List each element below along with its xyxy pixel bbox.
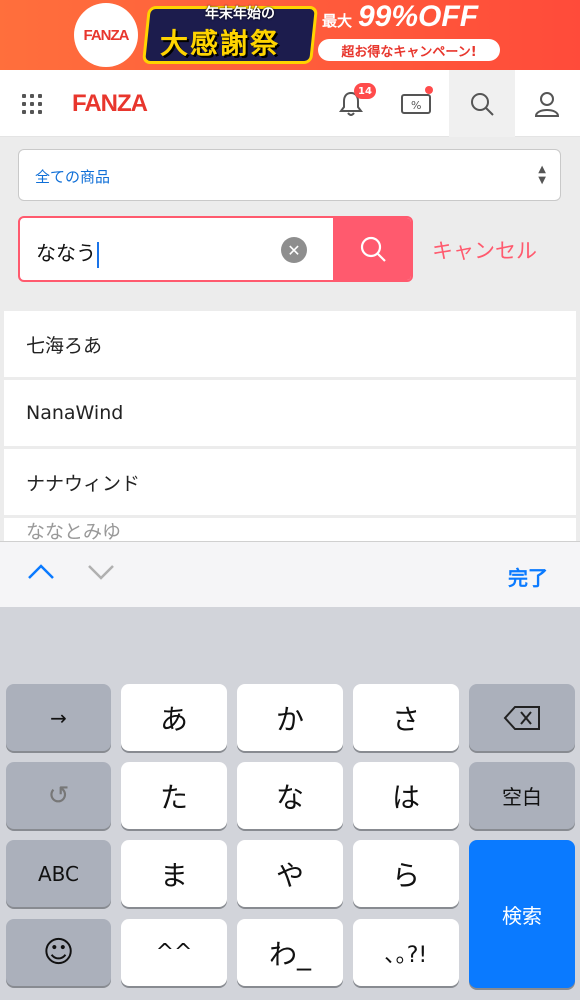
- notifications-button[interactable]: 14: [318, 70, 384, 137]
- list-item[interactable]: NanaWind: [4, 380, 576, 446]
- key-na[interactable]: な: [237, 762, 343, 829]
- search-box: ななう ✕: [18, 216, 413, 282]
- key-ta[interactable]: た: [121, 762, 227, 829]
- abc-button[interactable]: ABC: [6, 840, 111, 907]
- backspace-button[interactable]: [469, 684, 575, 751]
- chevron-down-icon[interactable]: [86, 562, 116, 582]
- site-header: FANZA 14 %: [0, 70, 580, 137]
- key-kaomoji[interactable]: ^^: [121, 919, 227, 986]
- search-icon: [471, 92, 494, 116]
- backspace-icon: [503, 705, 540, 730]
- banner-main-text: 大感謝祭: [160, 27, 281, 60]
- banner-discount: 99%OFF: [358, 0, 479, 33]
- search-submit-button[interactable]: [333, 218, 411, 280]
- category-select-value: 全ての商品: [35, 168, 111, 186]
- done-button[interactable]: 完了: [508, 562, 548, 591]
- japanese-keyboard: → あ か さ ↺ た な は 空白 ABC ま や ら 検索 ☺ ^^ わ_ …: [0, 607, 580, 1000]
- menu-grid-icon[interactable]: [22, 94, 42, 114]
- cancel-button[interactable]: キャンセル: [432, 235, 537, 265]
- key-ya[interactable]: や: [237, 840, 343, 907]
- brand-logo[interactable]: FANZA: [72, 90, 148, 118]
- list-item[interactable]: 七海ろあ: [4, 311, 576, 377]
- key-sa[interactable]: さ: [353, 684, 459, 751]
- select-arrows-icon: ▲ ▼: [538, 164, 546, 186]
- account-button[interactable]: [514, 70, 580, 137]
- user-icon: [534, 91, 560, 117]
- coupon-dot: [425, 86, 433, 94]
- key-punctuation[interactable]: ､｡?!: [353, 919, 459, 986]
- coupon-button[interactable]: %: [383, 70, 449, 137]
- search-key-button[interactable]: 検索: [469, 840, 575, 988]
- undo-button[interactable]: ↺: [6, 762, 111, 829]
- banner-pill: 超お得なキャンペーン!: [318, 39, 500, 61]
- clear-icon[interactable]: ✕: [281, 237, 307, 263]
- notification-badge: 14: [354, 83, 376, 99]
- search-icon: [360, 236, 386, 262]
- promo-banner[interactable]: FANZA 年末年始の 大感謝祭 最大 99%OFF 超お得なキャンペーン!: [0, 0, 580, 70]
- key-ka[interactable]: か: [237, 684, 343, 751]
- key-next[interactable]: →: [6, 684, 111, 751]
- space-button[interactable]: 空白: [469, 762, 575, 829]
- keyboard-accessory-bar: 完了: [0, 541, 580, 607]
- list-item[interactable]: ナナウィンド: [4, 449, 576, 515]
- chevron-up-icon[interactable]: [26, 562, 56, 582]
- category-select[interactable]: 全ての商品 ▲ ▼: [18, 149, 561, 201]
- key-a[interactable]: あ: [121, 684, 227, 751]
- emoji-icon[interactable]: ☺: [6, 919, 111, 986]
- suggestion-list: 七海ろあ NanaWind ナナウィンド ななとみゆ: [4, 311, 576, 547]
- coupon-icon: %: [401, 93, 431, 114]
- banner-logo: FANZA: [74, 3, 138, 67]
- banner-sub-text: 最大: [322, 12, 353, 30]
- banner-top-text: 年末年始の: [205, 6, 275, 22]
- search-tab-button[interactable]: [449, 70, 515, 137]
- key-ma[interactable]: ま: [121, 840, 227, 907]
- key-ha[interactable]: は: [353, 762, 459, 829]
- svg-text:%: %: [411, 99, 421, 112]
- key-wa[interactable]: わ_: [237, 919, 343, 986]
- key-ra[interactable]: ら: [353, 840, 459, 907]
